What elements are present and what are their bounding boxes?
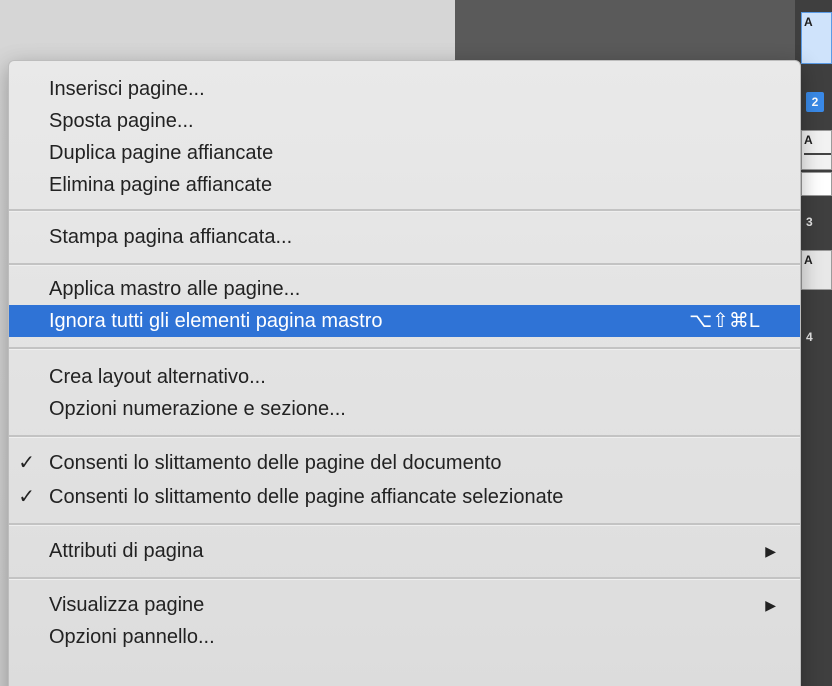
- menu-separator: [9, 347, 800, 350]
- menu-item-panel-options[interactable]: Opzioni pannello...: [9, 621, 800, 653]
- menu-item-label: Ignora tutti gli elementi pagina mastro: [49, 310, 383, 332]
- thumbnail-bar: [804, 153, 831, 155]
- submenu-arrow-icon: ▶: [765, 543, 776, 559]
- menu-item-label: Duplica pagine affiancate: [49, 142, 274, 164]
- submenu-arrow-icon: ▶: [765, 597, 776, 613]
- page-number-2[interactable]: 2: [806, 92, 824, 112]
- menu-item-delete-spread[interactable]: Elimina pagine affiancate: [9, 169, 800, 201]
- page-thumbnail-1[interactable]: A: [801, 12, 832, 64]
- menu-item-duplicate-spread[interactable]: Duplica pagine affiancate: [9, 137, 800, 169]
- menu-separator: [9, 523, 800, 526]
- pages-panel-menu: Inserisci pagine... Sposta pagine... Dup…: [8, 60, 801, 686]
- menu-item-label: Opzioni numerazione e sezione...: [49, 398, 346, 420]
- menu-item-move-pages[interactable]: Sposta pagine...: [9, 105, 800, 137]
- page-number-4[interactable]: 4: [806, 327, 826, 347]
- menu-item-label: Sposta pagine...: [49, 110, 194, 132]
- menu-item-label: Inserisci pagine...: [49, 78, 205, 100]
- menu-item-label: Consenti lo slittamento delle pagine del…: [49, 452, 502, 474]
- menu-item-insert-pages[interactable]: Inserisci pagine...: [9, 73, 800, 105]
- menu-item-override-master-items[interactable]: Ignora tutti gli elementi pagina mastro …: [9, 305, 800, 337]
- menu-separator: [9, 435, 800, 438]
- menu-item-label: Visualizza pagine: [49, 594, 205, 616]
- menu-item-label: Stampa pagina affiancata...: [49, 226, 293, 248]
- master-label: A: [804, 133, 813, 147]
- menu-item-label: Crea layout alternativo...: [49, 366, 266, 388]
- menu-item-label: Elimina pagine affiancate: [49, 174, 273, 196]
- app-window: A 2 A 3 A 4 Inserisci pagine... Sposta p…: [0, 0, 832, 686]
- menu-item-allow-selected-spread-shuffle[interactable]: ✓ Consenti lo slittamento delle pagine a…: [9, 481, 800, 513]
- menu-item-print-spread[interactable]: Stampa pagina affiancata...: [9, 221, 800, 253]
- menu-item-label: Opzioni pannello...: [49, 626, 215, 648]
- menu-separator: [9, 577, 800, 580]
- page-number-3[interactable]: 3: [806, 212, 826, 232]
- menu-separator: [9, 263, 800, 266]
- checkmark-icon: ✓: [18, 486, 35, 508]
- checkmark-icon: ✓: [18, 452, 35, 474]
- menu-item-view-pages[interactable]: Visualizza pagine ▶: [9, 589, 800, 621]
- page-thumbnail-3[interactable]: [801, 172, 832, 196]
- menu-item-allow-document-pages-shuffle[interactable]: ✓ Consenti lo slittamento delle pagine d…: [9, 447, 800, 479]
- menu-item-numbering-section-options[interactable]: Opzioni numerazione e sezione...: [9, 393, 800, 425]
- page-thumbnail-2[interactable]: A: [801, 130, 832, 170]
- page-thumbnail-4[interactable]: A: [801, 250, 832, 290]
- keyboard-shortcut: ⌥⇧⌘L: [689, 310, 760, 332]
- menu-item-label: Attributi di pagina: [49, 540, 204, 562]
- master-label: A: [804, 15, 813, 29]
- menu-item-label: Applica mastro alle pagine...: [49, 278, 301, 300]
- menu-item-label: Consenti lo slittamento delle pagine aff…: [49, 486, 564, 508]
- menu-item-page-attributes[interactable]: Attributi di pagina ▶: [9, 535, 800, 567]
- menu-item-apply-master[interactable]: Applica mastro alle pagine...: [9, 273, 800, 305]
- menu-separator: [9, 209, 800, 212]
- menu-item-create-alternate-layout[interactable]: Crea layout alternativo...: [9, 361, 800, 393]
- master-label: A: [804, 253, 813, 267]
